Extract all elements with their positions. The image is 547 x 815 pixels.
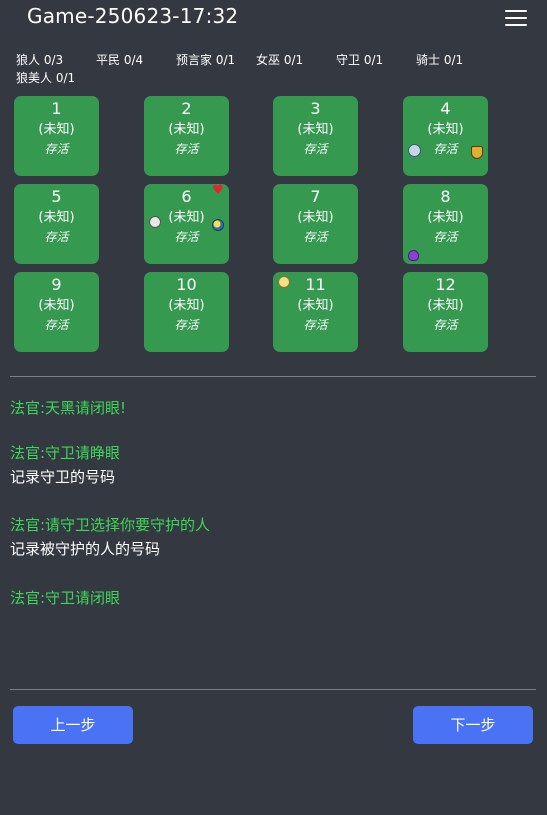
hamburger-menu-icon[interactable] bbox=[505, 9, 527, 27]
page-title: Game-250623-17:32 bbox=[27, 4, 239, 28]
player-number: 2 bbox=[181, 99, 192, 118]
player-role: (未知) bbox=[297, 298, 334, 313]
player-role: (未知) bbox=[168, 122, 205, 137]
potion-icon bbox=[408, 250, 419, 261]
player-role: (未知) bbox=[38, 122, 75, 137]
player-card-5[interactable]: 5 (未知) 存活 bbox=[14, 184, 99, 264]
player-status: 存活 bbox=[303, 318, 328, 332]
player-number: 4 bbox=[440, 99, 451, 118]
player-role: (未知) bbox=[38, 210, 75, 225]
player-card-12[interactable]: 12 (未知) 存活 bbox=[403, 272, 488, 352]
player-card-11[interactable]: 11 (未知) 存活 bbox=[273, 272, 358, 352]
player-number: 3 bbox=[310, 99, 321, 118]
player-card-3[interactable]: 3 (未知) 存活 bbox=[273, 96, 358, 176]
player-status: 存活 bbox=[174, 230, 199, 244]
log-line-note: 记录被守护的人的号码 bbox=[10, 540, 161, 558]
log-line-note: 记录守卫的号码 bbox=[10, 468, 116, 486]
player-number: 12 bbox=[435, 275, 456, 294]
player-role: (未知) bbox=[427, 298, 464, 313]
player-number: 5 bbox=[51, 187, 62, 206]
role-count-villager: 平民 0/4 bbox=[96, 53, 144, 67]
player-status: 存活 bbox=[433, 318, 458, 332]
log-line-judge: 法官:天黑请闭眼! bbox=[10, 399, 127, 417]
player-number: 9 bbox=[51, 275, 62, 294]
player-role: (未知) bbox=[297, 210, 334, 225]
player-role: (未知) bbox=[168, 298, 205, 313]
header: Game-250623-17:32 bbox=[0, 0, 547, 36]
player-card-4[interactable]: 4 (未知) 存活 bbox=[403, 96, 488, 176]
player-number: 8 bbox=[440, 187, 451, 206]
player-card-10[interactable]: 10 (未知) 存活 bbox=[144, 272, 229, 352]
player-card-7[interactable]: 7 (未知) 存活 bbox=[273, 184, 358, 264]
player-number: 10 bbox=[176, 275, 197, 294]
shield-icon bbox=[471, 146, 483, 159]
log-line-judge: 法官:守卫请睁眼 bbox=[10, 444, 121, 462]
player-status: 存活 bbox=[303, 230, 328, 244]
role-count-knight: 骑士 0/1 bbox=[416, 53, 464, 67]
player-number: 7 bbox=[310, 187, 321, 206]
player-card-8[interactable]: 8 (未知) 存活 bbox=[403, 184, 488, 264]
skull-icon bbox=[149, 216, 161, 228]
player-status: 存活 bbox=[174, 142, 199, 156]
next-step-button[interactable]: 下一步 bbox=[413, 706, 533, 744]
divider-bottom bbox=[10, 689, 536, 690]
log-line-judge: 法官:请守卫选择你要守护的人 bbox=[10, 516, 211, 534]
role-count-seer: 预言家 0/1 bbox=[176, 53, 236, 67]
player-card-2[interactable]: 2 (未知) 存活 bbox=[144, 96, 229, 176]
player-status: 存活 bbox=[174, 318, 199, 332]
player-status: 存活 bbox=[433, 230, 458, 244]
player-card-1[interactable]: 1 (未知) 存活 bbox=[14, 96, 99, 176]
player-card-6[interactable]: 6 (未知) 存活 ♥ bbox=[144, 184, 229, 264]
player-status: 存活 bbox=[44, 230, 69, 244]
log-line-judge: 法官:守卫请闭眼 bbox=[10, 589, 121, 607]
player-status: 存活 bbox=[44, 142, 69, 156]
divider-top bbox=[10, 376, 536, 377]
heart-icon: ♥ bbox=[212, 183, 224, 198]
player-number: 1 bbox=[51, 99, 62, 118]
player-card-9[interactable]: 9 (未知) 存活 bbox=[14, 272, 99, 352]
role-count-wolf-beauty: 狼美人 0/1 bbox=[16, 71, 76, 85]
crystal-ball-icon bbox=[212, 219, 224, 231]
scared-face-icon bbox=[408, 144, 421, 157]
menu-bar bbox=[505, 24, 527, 26]
player-status: 存活 bbox=[303, 142, 328, 156]
menu-bar bbox=[505, 17, 527, 19]
player-status: 存活 bbox=[44, 318, 69, 332]
player-role: (未知) bbox=[297, 122, 334, 137]
player-role: (未知) bbox=[38, 298, 75, 313]
menu-bar bbox=[505, 10, 527, 12]
role-count-witch: 女巫 0/1 bbox=[256, 53, 304, 67]
player-role: (未知) bbox=[427, 210, 464, 225]
role-count-werewolf: 狼人 0/3 bbox=[16, 53, 64, 67]
dizzy-face-icon bbox=[278, 276, 290, 288]
prev-step-button[interactable]: 上一步 bbox=[13, 706, 133, 744]
role-count-guard: 守卫 0/1 bbox=[336, 53, 384, 67]
player-role: (未知) bbox=[427, 122, 464, 137]
app-root: Game-250623-17:32 狼人 0/3 平民 0/4 预言家 0/1 … bbox=[0, 0, 547, 815]
